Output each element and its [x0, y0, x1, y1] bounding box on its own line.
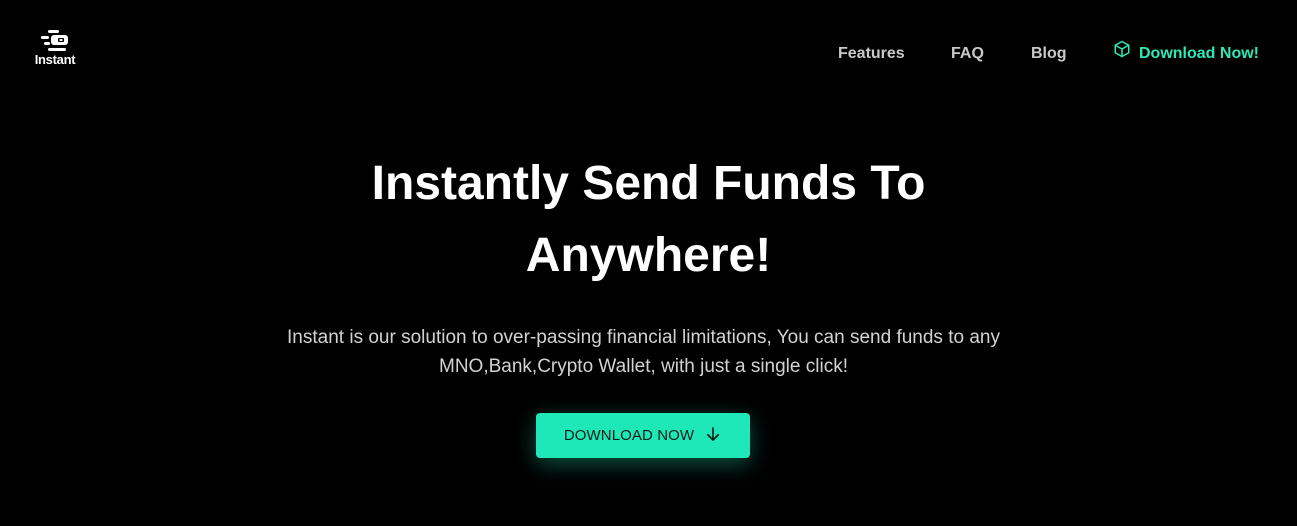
download-now-label: DOWNLOAD NOW — [563, 427, 695, 444]
nav-download-label: Download Now! — [1139, 45, 1259, 62]
nav-faq-link[interactable]: FAQ — [951, 40, 984, 68]
logo[interactable]: Instant — [30, 28, 80, 74]
instant-logo-icon — [40, 28, 70, 52]
hero-title-line-1: Instantly Send Funds To — [371, 157, 926, 210]
nav-download-link[interactable]: Download Now! — [1113, 40, 1259, 68]
hero-title: Instantly Send Funds To Anywhere! — [0, 148, 1297, 292]
nav-blog-link[interactable]: Blog — [1031, 40, 1067, 68]
cube-icon — [1113, 40, 1139, 68]
download-now-button[interactable]: DOWNLOAD NOW — [536, 413, 750, 458]
logo-text: Instant — [34, 52, 76, 67]
arrow-down-icon — [694, 425, 722, 447]
hero-title-line-2: Anywhere! — [525, 229, 772, 282]
hero-subtitle: Instant is our solution to over-passing … — [287, 327, 1000, 377]
nav-features-link[interactable]: Features — [838, 40, 905, 68]
